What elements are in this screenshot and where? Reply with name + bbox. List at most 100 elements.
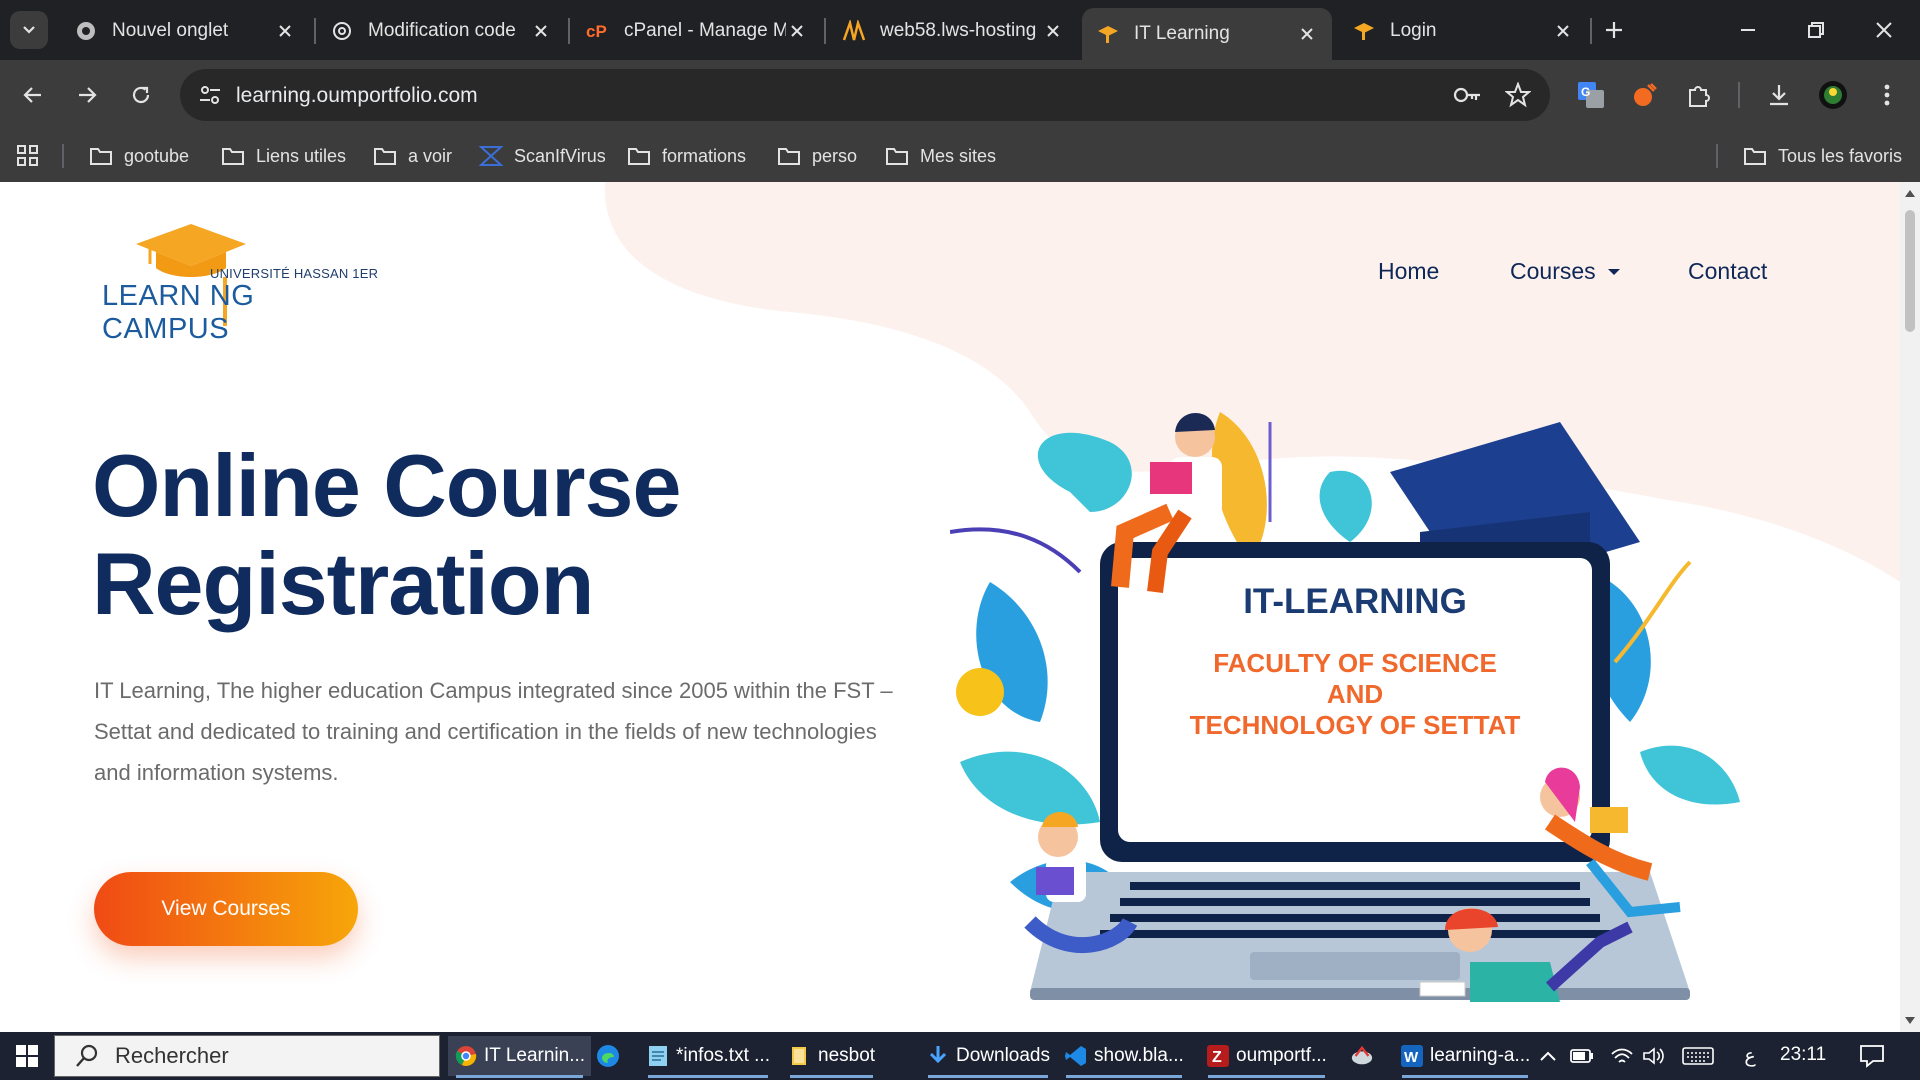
site-info-button[interactable]	[194, 79, 226, 111]
caret-down-icon	[1607, 268, 1620, 275]
chrome-icon	[74, 19, 98, 43]
taskbar-search-box[interactable]: Rechercher	[54, 1035, 440, 1077]
folder-icon	[788, 1044, 812, 1068]
tray-wifi[interactable]	[1608, 1042, 1636, 1070]
view-courses-button[interactable]: View Courses	[94, 872, 358, 946]
downloads-button[interactable]	[1762, 78, 1796, 112]
tab-it-learning[interactable]: IT Learning	[1082, 8, 1332, 60]
nav-contact[interactable]: Contact	[1688, 258, 1767, 285]
laptop-screen-title: IT-LEARNING	[1243, 582, 1467, 621]
tab-search-button[interactable]	[10, 11, 48, 49]
taskbar-app-downloads[interactable]: Downloads	[920, 1036, 1056, 1078]
profile-avatar[interactable]	[1816, 78, 1850, 112]
forward-button[interactable]	[70, 78, 104, 112]
lws-icon	[842, 19, 866, 43]
taskbar-clock[interactable]: 23:11	[1780, 1044, 1826, 1066]
taskbar-app-label: Downloads	[956, 1045, 1050, 1066]
extensions-button[interactable]	[1682, 78, 1716, 112]
site-logo[interactable]: UNIVERSITÉ HASSAN 1ER LEARN NG CAMPUS	[100, 216, 380, 345]
folder-icon	[1742, 145, 1768, 167]
nav-home[interactable]: Home	[1378, 258, 1439, 285]
notifications-button[interactable]	[1856, 1042, 1888, 1070]
hero-title-line-1: Online Course	[92, 436, 681, 535]
reload-button[interactable]	[124, 78, 158, 112]
taskbar-app-label: show.bla...	[1094, 1045, 1184, 1066]
tray-keyboard[interactable]	[1680, 1042, 1716, 1070]
taskbar-app-label: *infos.txt ...	[676, 1045, 770, 1066]
tab-login[interactable]: Login	[1338, 10, 1588, 52]
close-icon[interactable]	[1552, 20, 1574, 42]
tab-title: Nouvel onglet	[112, 20, 229, 41]
taskbar-app-word[interactable]: W learning-a...	[1394, 1036, 1536, 1078]
restore-button[interactable]	[1796, 12, 1836, 48]
apps-grid-icon	[17, 145, 38, 166]
bookmark-all-favorites[interactable]: Tous les favoris	[1742, 142, 1902, 170]
taskbar-app-filezilla[interactable]: Z oumportf...	[1200, 1036, 1333, 1078]
google-translate-button[interactable]: G	[1574, 78, 1608, 112]
tab-divider	[1590, 18, 1592, 44]
taskbar-app-notepad[interactable]: *infos.txt ...	[640, 1036, 776, 1078]
taskbar-app-nesbot[interactable]: nesbot	[782, 1036, 881, 1078]
close-icon[interactable]	[274, 20, 296, 42]
download-icon	[1770, 85, 1788, 106]
bookmark-folder-gootube[interactable]: gootube	[88, 142, 189, 170]
taskbar-app-chrome[interactable]: IT Learnin...	[448, 1036, 592, 1078]
bookmark-scanifvirus[interactable]: ScanIfVirus	[478, 142, 606, 170]
taskbar-app-vpn[interactable]	[1344, 1036, 1386, 1076]
bookmark-folder-perso[interactable]: perso	[776, 142, 857, 170]
vpn-icon	[1350, 1044, 1374, 1068]
close-icon[interactable]	[1042, 20, 1064, 42]
vscode-icon	[1064, 1044, 1088, 1068]
back-button[interactable]	[16, 78, 50, 112]
url-text[interactable]: learning.oumportfolio.com	[236, 84, 478, 108]
tray-overflow-chevron[interactable]	[1534, 1042, 1562, 1070]
close-icon[interactable]	[1296, 23, 1318, 45]
new-tab-button[interactable]	[1598, 14, 1630, 46]
address-bar[interactable]: learning.oumportfolio.com	[180, 69, 1550, 121]
tray-volume[interactable]	[1640, 1042, 1668, 1070]
translate-icon: G	[1578, 82, 1604, 108]
close-icon[interactable]	[530, 20, 552, 42]
key-icon	[1453, 87, 1480, 103]
bookmark-folder-liens-utiles[interactable]: Liens utiles	[220, 142, 346, 170]
tab-divider	[568, 18, 570, 44]
browser-menu-button[interactable]	[1870, 78, 1904, 112]
taskbar-app-vscode[interactable]: show.bla...	[1058, 1036, 1190, 1078]
tab-title: IT Learning	[1134, 23, 1230, 44]
scroll-down-icon[interactable]	[1904, 1016, 1916, 1026]
bookmark-folder-a-voir[interactable]: a voir	[372, 142, 452, 170]
taskbar-app-edge[interactable]	[590, 1036, 632, 1076]
scroll-up-icon[interactable]	[1904, 188, 1916, 198]
bookmark-star-button[interactable]	[1502, 80, 1534, 110]
laptop-subtitle-line-1: FACULTY OF SCIENCE	[1213, 648, 1497, 678]
bookmark-folder-formations[interactable]: formations	[626, 142, 746, 170]
nav-courses-dropdown[interactable]: Courses	[1510, 258, 1622, 285]
tray-battery[interactable]	[1568, 1042, 1596, 1070]
apps-button[interactable]	[16, 142, 40, 170]
tab-web58-lws[interactable]: web58.lws-hosting	[828, 10, 1078, 52]
logo-campus-text: LEARN NG CAMPUS	[102, 280, 255, 345]
folder-icon	[372, 145, 398, 167]
start-button[interactable]	[0, 1032, 54, 1080]
tab-modification-code[interactable]: Modification code	[316, 10, 566, 52]
folder-icon	[220, 145, 246, 167]
close-icon[interactable]	[786, 20, 808, 42]
scroll-thumb[interactable]	[1905, 210, 1915, 332]
filezilla-icon: Z	[1206, 1044, 1230, 1068]
tab-cpanel[interactable]: cP cPanel - Manage M	[572, 10, 822, 52]
browser-toolbar: learning.oumportfolio.com G	[0, 60, 1920, 130]
bookmark-label: gootube	[124, 145, 190, 166]
tab-nouvel-onglet[interactable]: Nouvel onglet	[60, 10, 310, 52]
tray-language[interactable]: ع	[1736, 1042, 1764, 1070]
close-window-button[interactable]	[1864, 12, 1904, 48]
page-scrollbar[interactable]	[1900, 182, 1920, 1032]
more-vertical-icon	[1884, 84, 1890, 106]
openai-icon	[330, 19, 354, 43]
extension-orange-button[interactable]	[1628, 78, 1662, 112]
bookmark-folder-mes-sites[interactable]: Mes sites	[884, 142, 996, 170]
minimize-button[interactable]	[1728, 12, 1768, 48]
graduation-cap-icon	[1352, 19, 1376, 43]
tab-title: cPanel - Manage M	[624, 20, 786, 41]
scanifvirus-icon	[478, 145, 504, 167]
password-key-button[interactable]	[1452, 80, 1484, 110]
